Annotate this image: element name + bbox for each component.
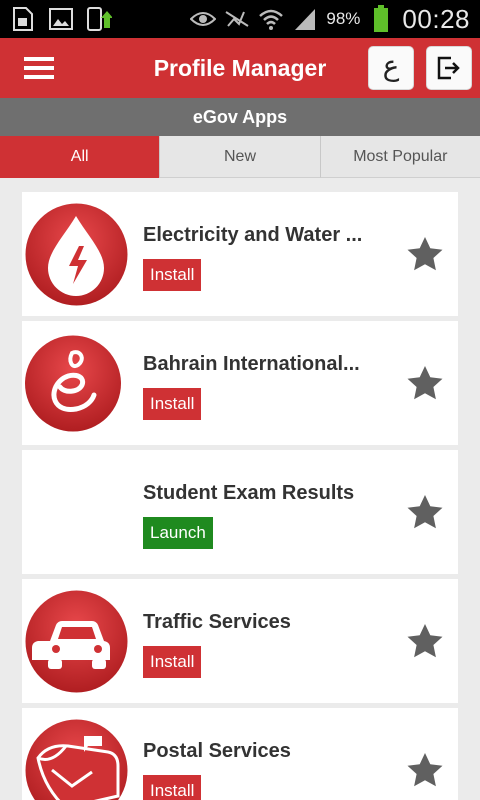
hamburger-menu-icon (24, 57, 54, 79)
logout-icon (437, 56, 460, 80)
favorite-star-icon[interactable] (406, 494, 444, 530)
status-bar: 98% 00:28 (0, 0, 480, 38)
wifi-icon (258, 6, 284, 32)
tab-most-popular[interactable]: Most Popular (320, 136, 480, 178)
install-button[interactable]: Install (143, 646, 202, 678)
tab-bar: All New Most Popular (0, 136, 480, 178)
favorite-star-icon[interactable] (406, 236, 444, 272)
section-title: eGov Apps (192, 106, 288, 127)
install-button[interactable]: Install (143, 388, 202, 420)
bahrain-international-icon (25, 335, 121, 432)
install-button[interactable]: Install (143, 259, 202, 291)
app-list: Electricity and Water ... Install Bahrai… (22, 192, 458, 800)
logout-button[interactable] (426, 46, 472, 90)
language-button[interactable]: ع (368, 46, 414, 90)
sim-card-icon (10, 6, 36, 32)
list-item[interactable]: Traffic Services Install (22, 579, 458, 703)
mailbox-icon (25, 719, 128, 800)
battery-icon (368, 5, 394, 32)
car-icon (25, 590, 128, 693)
clock: 00:28 (402, 3, 470, 34)
battery-percent: 98% (326, 9, 361, 28)
list-item[interactable]: Postal Services Install (22, 708, 458, 800)
eye-icon (190, 6, 217, 32)
download-phone-icon (86, 6, 112, 32)
tab-all[interactable]: All (0, 136, 161, 178)
tab-label: New (223, 147, 256, 165)
app-name: Electricity and Water ... (143, 224, 363, 246)
launch-button[interactable]: Launch (143, 517, 213, 549)
cell-signal-icon (292, 6, 318, 32)
favorite-star-icon[interactable] (406, 365, 444, 401)
tab-label: Most Popular (353, 147, 448, 165)
install-button[interactable]: Install (143, 775, 202, 800)
language-label: ع (382, 49, 400, 82)
favorite-star-icon[interactable] (406, 623, 444, 659)
list-item[interactable]: Electricity and Water ... Install (22, 192, 458, 316)
app-bar: Profile Manager ع (0, 38, 480, 98)
list-item[interactable]: Student Exam Results Launch (22, 450, 458, 574)
app-name: Student Exam Results (143, 482, 355, 504)
favorite-star-icon[interactable] (406, 752, 444, 788)
app-name: Postal Services (143, 740, 291, 762)
menu-button[interactable] (9, 38, 69, 98)
section-header: eGov Apps (0, 98, 480, 136)
tab-label: All (70, 148, 89, 165)
electricity-water-icon (25, 203, 128, 306)
list-item[interactable]: Bahrain International... Install (22, 321, 458, 445)
no-signal-icon (224, 6, 250, 32)
app-name: Bahrain International... (143, 353, 360, 375)
image-icon (48, 6, 74, 32)
tab-new[interactable]: New (160, 136, 321, 178)
app-name: Traffic Services (143, 611, 291, 633)
